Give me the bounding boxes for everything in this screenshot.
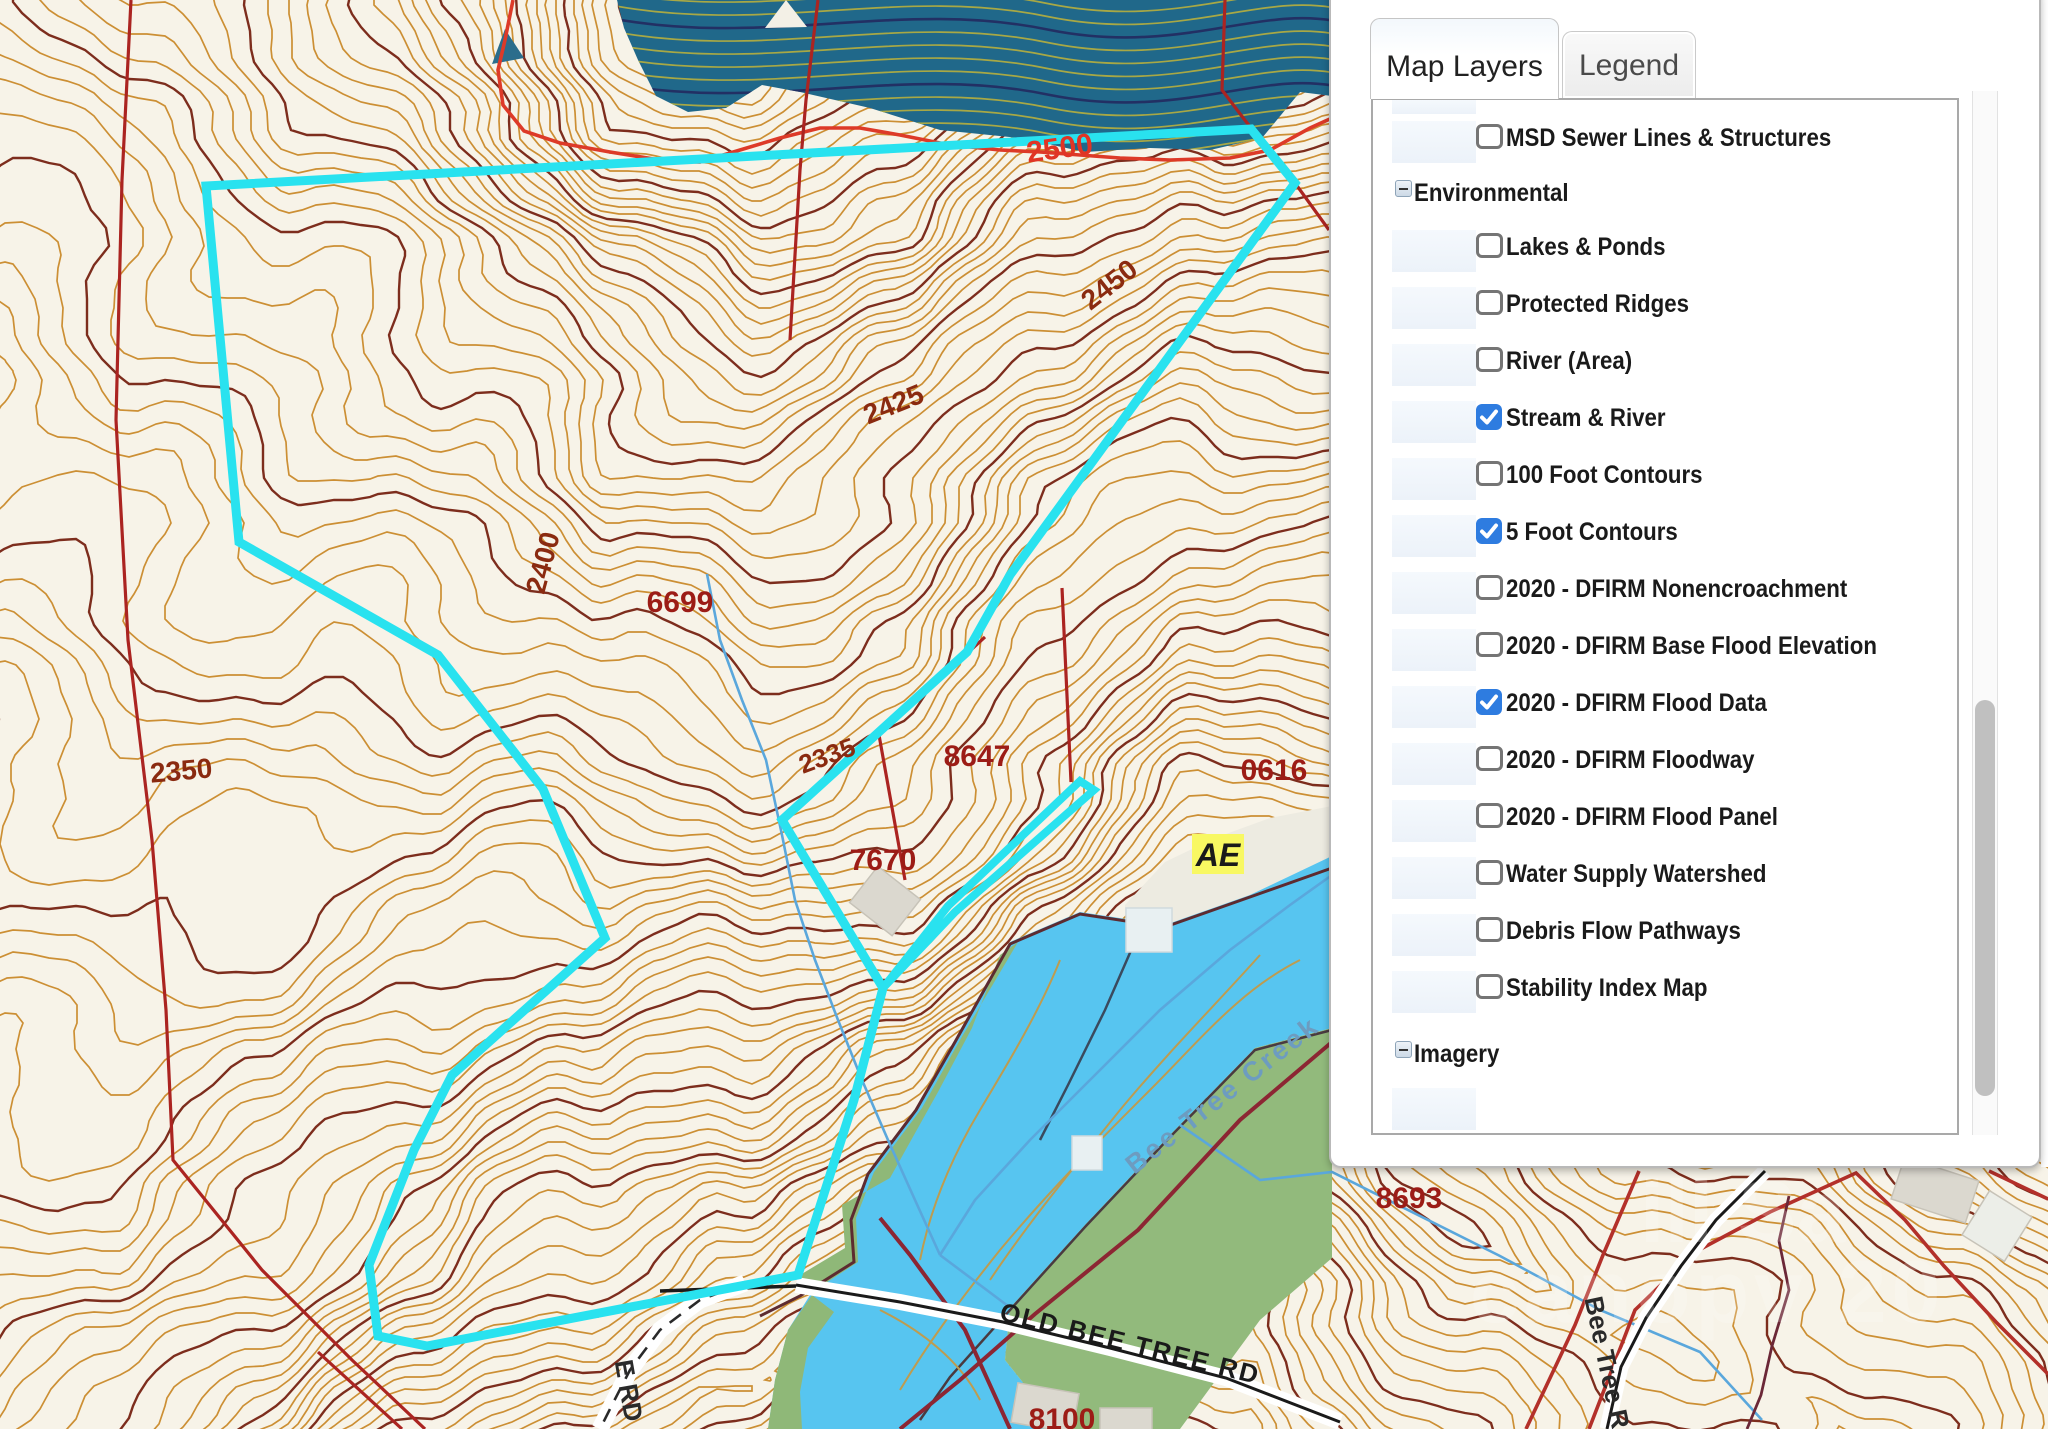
- svg-text:AE: AE: [1195, 837, 1242, 873]
- svg-text:8693: 8693: [1376, 1182, 1443, 1215]
- svg-text:2350: 2350: [149, 752, 214, 788]
- svg-text:8100: 8100: [1029, 1403, 1096, 1429]
- svg-text:0616: 0616: [1241, 754, 1308, 787]
- svg-text:canopv 20: canopv 20: [1470, 1242, 1945, 1341]
- svg-text:7670: 7670: [850, 844, 917, 877]
- svg-text:8647: 8647: [944, 740, 1011, 773]
- svg-text:6699: 6699: [647, 586, 714, 619]
